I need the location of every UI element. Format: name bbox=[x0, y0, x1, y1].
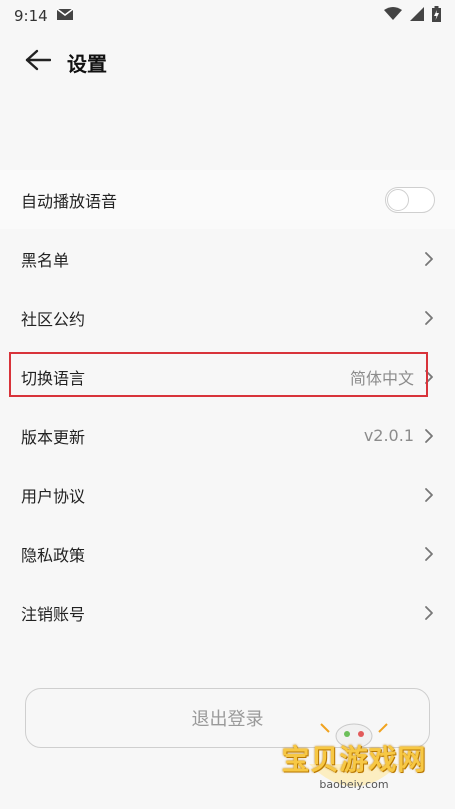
setting-blacklist[interactable]: 黑名单 bbox=[0, 229, 455, 288]
status-time: 9:14 bbox=[14, 7, 48, 25]
row-right: v2.0.1 bbox=[364, 426, 434, 445]
setting-label: 社区公约 bbox=[21, 309, 86, 329]
setting-auto-play-voice: 自动播放语音 bbox=[0, 170, 455, 229]
setting-label: 切换语言 bbox=[21, 368, 86, 388]
language-value: 简体中文 bbox=[349, 368, 414, 388]
setting-label: 隐私政策 bbox=[21, 545, 86, 565]
setting-label: 黑名单 bbox=[21, 250, 70, 270]
cell-signal-icon bbox=[410, 7, 424, 25]
auto-play-voice-toggle[interactable] bbox=[385, 186, 435, 213]
mail-icon bbox=[56, 7, 74, 25]
battery-icon bbox=[432, 6, 441, 26]
chevron-right-icon bbox=[424, 310, 434, 326]
chevron-right-icon bbox=[424, 546, 434, 562]
watermark-text: 宝贝游戏网 bbox=[281, 743, 427, 776]
arrow-left-icon bbox=[25, 49, 52, 75]
setting-user-agreement[interactable]: 用户协议 bbox=[0, 465, 455, 524]
chevron-right-icon bbox=[424, 369, 434, 385]
back-button[interactable] bbox=[20, 44, 56, 80]
row-right bbox=[424, 487, 434, 503]
setting-delete-account[interactable]: 注销账号 bbox=[0, 583, 455, 642]
watermark: 宝贝游戏网 baobeiy.com bbox=[279, 714, 429, 804]
setting-privacy-policy[interactable]: 隐私政策 bbox=[0, 524, 455, 583]
setting-switch-language[interactable]: 切换语言 简体中文 bbox=[0, 347, 455, 406]
chevron-right-icon bbox=[424, 487, 434, 503]
row-right bbox=[424, 546, 434, 562]
status-left: 9:14 bbox=[14, 7, 74, 25]
row-right: 简体中文 bbox=[350, 365, 434, 389]
setting-label: 用户协议 bbox=[21, 486, 86, 506]
setting-label: 自动播放语音 bbox=[21, 191, 118, 211]
setting-label: 注销账号 bbox=[21, 604, 86, 624]
chevron-right-icon bbox=[424, 428, 434, 444]
row-right bbox=[424, 605, 434, 621]
version-value: v2.0.1 bbox=[363, 426, 414, 445]
row-right bbox=[424, 251, 434, 267]
wifi-icon bbox=[384, 7, 402, 25]
status-bar: 9:14 bbox=[0, 0, 455, 32]
row-right bbox=[424, 310, 434, 326]
chevron-right-icon bbox=[424, 605, 434, 621]
chevron-right-icon bbox=[424, 251, 434, 267]
header: 设置 bbox=[0, 38, 455, 86]
page-title: 设置 bbox=[67, 51, 107, 76]
status-right bbox=[384, 6, 441, 26]
setting-community-rules[interactable]: 社区公约 bbox=[0, 288, 455, 347]
watermark-url: baobeiy.com bbox=[319, 778, 389, 791]
setting-label: 版本更新 bbox=[21, 427, 86, 447]
setting-version-update[interactable]: 版本更新 v2.0.1 bbox=[0, 406, 455, 465]
settings-list: 自动播放语音 黑名单 社区公约 切换语言 简体中文 版本更新 v2.0.1 用户… bbox=[0, 170, 455, 642]
toggle-knob bbox=[387, 188, 409, 211]
